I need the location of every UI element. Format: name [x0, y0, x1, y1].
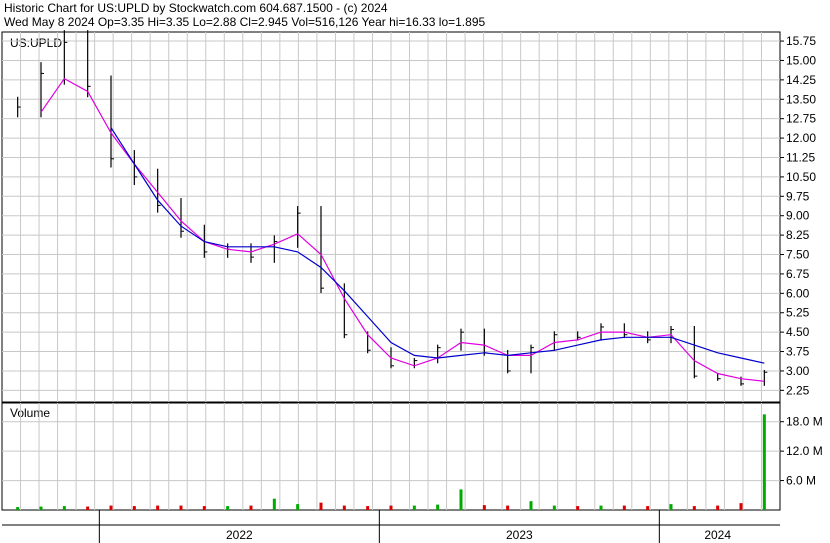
y-tick-label: 7.50 — [786, 248, 810, 262]
volume-bar — [576, 506, 580, 510]
volume-bar — [762, 414, 766, 510]
chart-subtitle: Wed May 8 2024 Op=3.35 Hi=3.35 Lo=2.88 C… — [4, 15, 485, 29]
y-tick-label: 3.75 — [786, 345, 810, 359]
y-tick-label: 4.50 — [786, 325, 810, 339]
volume-bar — [436, 504, 440, 510]
moving-average-long-line — [110, 127, 765, 364]
volume-bar — [296, 504, 300, 510]
volume-bar — [179, 505, 183, 510]
y-tick-label: 5.25 — [786, 306, 810, 320]
symbol-label: US:UPLD — [10, 36, 62, 50]
volume-bar — [412, 505, 416, 510]
x-tick-label: 2023 — [506, 528, 533, 542]
x-tick-label: 2024 — [704, 528, 731, 542]
volume-bar — [342, 505, 346, 510]
y-tick-label: 14.25 — [786, 73, 816, 87]
chart-title: Historic Chart for US:UPLD by Stockwatch… — [4, 1, 388, 15]
y-tick-label: 9.75 — [786, 189, 810, 203]
y-tick-label: 12.00 — [786, 131, 816, 145]
volume-bar — [622, 505, 626, 510]
volume-bar — [109, 505, 113, 510]
volume-bar — [86, 506, 90, 510]
y-tick-label: 6.75 — [786, 267, 810, 281]
volume-bar — [552, 505, 556, 510]
volume-bar — [39, 506, 43, 510]
volume-bar — [646, 506, 650, 510]
volume-bar — [156, 505, 160, 510]
y-tick-label: 9.00 — [786, 209, 810, 223]
volume-label: Volume — [10, 406, 50, 420]
volume-tick-label: 6.0 M — [786, 474, 816, 488]
stock-chart: Historic Chart for US:UPLD by Stockwatch… — [0, 0, 830, 543]
volume-bar — [669, 504, 673, 510]
volume-bar — [16, 507, 20, 510]
y-tick-label: 2.25 — [786, 383, 810, 397]
y-tick-label: 12.75 — [786, 112, 816, 126]
volume-bar — [716, 505, 720, 510]
volume-bar — [366, 506, 370, 510]
volume-bar — [202, 506, 206, 510]
volume-bar — [599, 505, 603, 510]
volume-bar — [272, 498, 276, 510]
volume-bar — [506, 505, 510, 510]
volume-bar — [739, 503, 743, 510]
volume-tick-label: 18.0 M — [786, 415, 823, 429]
y-tick-label: 11.25 — [786, 150, 815, 164]
moving-average-short-line — [40, 77, 765, 382]
volume-bar — [319, 502, 323, 510]
y-tick-label: 13.50 — [786, 92, 816, 106]
volume-bar — [459, 489, 463, 510]
volume-tick-label: 12.0 M — [786, 444, 823, 458]
volume-bar — [389, 505, 393, 510]
y-tick-label: 6.00 — [786, 286, 810, 300]
volume-bar — [482, 505, 486, 510]
y-tick-label: 15.75 — [786, 34, 816, 48]
volume-bar — [249, 505, 253, 510]
chart-canvas: Historic Chart for US:UPLD by Stockwatch… — [1, 1, 823, 543]
y-tick-label: 3.00 — [786, 364, 810, 378]
x-tick-label: 2022 — [226, 528, 253, 542]
y-tick-label: 8.25 — [786, 228, 810, 242]
volume-bar — [226, 506, 230, 510]
volume-bar — [132, 506, 136, 510]
volume-bar — [692, 506, 696, 510]
volume-bar — [529, 501, 533, 510]
y-tick-label: 10.50 — [786, 170, 816, 184]
volume-bar — [62, 506, 66, 510]
y-tick-label: 15.00 — [786, 53, 816, 67]
